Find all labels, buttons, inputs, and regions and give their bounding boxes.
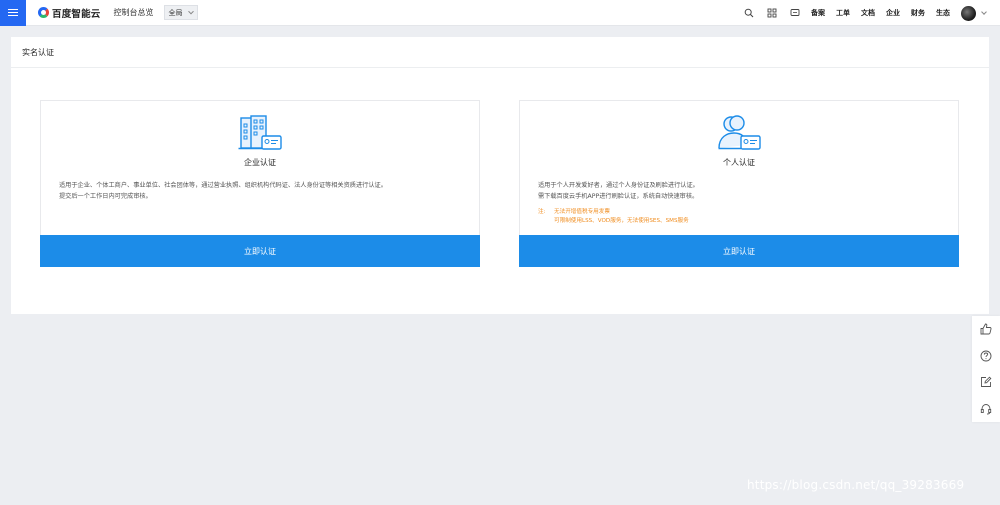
description-line: 需下载百度云手机APP进行刷脸认证，系统自动快速审核。 (538, 193, 699, 200)
personal-auth-description: 适用于个人开发爱好者，通过个人身份证及刷脸进行认证。 需下载百度云手机APP进行… (538, 180, 948, 202)
region-select-value: 全局 (168, 8, 183, 17)
personal-auth-title: 个人认证 (723, 158, 755, 167)
nav-link-ecosystem[interactable]: 生态 (936, 8, 950, 18)
enterprise-auth-title: 企业认证 (244, 158, 276, 167)
logo-text: 百度智能云 (52, 8, 101, 20)
top-bar: 百度智能云 控制台总览 全局 备案 工单 文档 企业 财务 生态 (0, 0, 1000, 26)
description-line: 提交后一个工作日内可完成审核。 (59, 193, 152, 200)
watermark: https://blog.csdn.net/qq_39283669 (747, 478, 965, 492)
personal-auth-button[interactable]: 立即认证 (519, 235, 959, 267)
note-line: 无法开增值税专用发票 (554, 209, 610, 215)
avatar-chevron-down-icon[interactable] (981, 9, 987, 15)
side-toolbar (972, 316, 1000, 422)
edit-icon[interactable] (979, 375, 993, 389)
message-icon[interactable] (788, 6, 802, 20)
thumbs-up-icon[interactable] (979, 322, 993, 336)
search-icon[interactable] (742, 6, 756, 20)
description-line: 适用于企业、个体工商户、事业单位、社会团体等，通过营业执照、组织机构代码证、法人… (59, 182, 387, 189)
logo[interactable]: 百度智能云 (38, 6, 101, 20)
nav-link-docs[interactable]: 文档 (861, 8, 875, 18)
building-icon (238, 115, 282, 151)
personal-auth-card: 个人认证 适用于个人开发爱好者，通过个人身份证及刷脸进行认证。 需下载百度云手机… (519, 100, 959, 267)
nav-link-ticket[interactable]: 工单 (836, 8, 850, 18)
nav-link-enterprise[interactable]: 企业 (886, 8, 900, 18)
top-right-nav: 备案 工单 文档 企业 财务 生态 (742, 0, 1000, 26)
note-label: 注: (538, 209, 546, 215)
help-icon[interactable] (979, 349, 993, 363)
person-id-icon (717, 115, 761, 151)
chevron-down-icon (187, 8, 194, 14)
nav-link-filing[interactable]: 备案 (811, 8, 825, 18)
enterprise-auth-card: 企业认证 适用于企业、个体工商户、事业单位、社会团体等，通过营业执照、组织机构代… (40, 100, 480, 267)
menu-button[interactable] (0, 0, 26, 26)
grid-icon[interactable] (765, 6, 779, 20)
enterprise-auth-button[interactable]: 立即认证 (40, 235, 480, 267)
avatar[interactable] (961, 5, 976, 21)
nav-link-finance[interactable]: 财务 (911, 8, 925, 18)
headset-icon[interactable] (979, 402, 993, 416)
console-overview-link[interactable]: 控制台总览 (114, 7, 154, 18)
menu-icon (8, 11, 18, 14)
logo-mark-icon (38, 7, 49, 18)
region-select[interactable]: 全局 (163, 5, 198, 20)
page-title: 实名认证 (11, 37, 989, 68)
personal-auth-note: 注: 无法开增值税专用发票 可限制使用LSS、VOD服务，无法使用SES、SMS服… (538, 208, 689, 226)
enterprise-auth-description: 适用于企业、个体工商户、事业单位、社会团体等，通过营业执照、组织机构代码证、法人… (59, 180, 469, 202)
main-panel: 实名认证 企业认证 适用于企业、个体工商户、事业单位、社会团体等，通过营业执照、… (11, 37, 989, 314)
description-line: 适用于个人开发爱好者，通过个人身份证及刷脸进行认证。 (538, 182, 699, 189)
note-line: 可限制使用LSS、VOD服务，无法使用SES、SMS服务 (554, 218, 689, 224)
